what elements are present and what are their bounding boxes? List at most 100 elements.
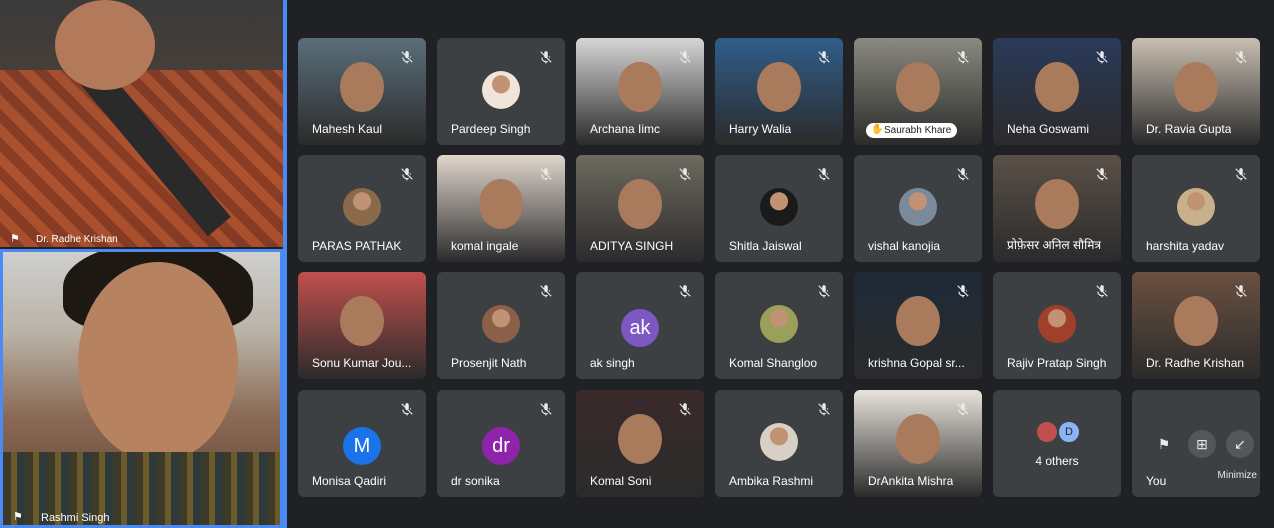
participant-tile[interactable]: Harry Walia (715, 38, 843, 145)
others-label: 4 others (1035, 454, 1079, 468)
participant-tile[interactable]: krishna Gopal sr... (854, 272, 982, 379)
participant-tile[interactable]: vishal kanojia (854, 155, 982, 262)
avatar: ak (621, 309, 659, 347)
meeting-grid-view: ⚑ Dr. Radhe Krishan ⚑ Rashmi Singh Mahes… (0, 0, 1274, 528)
participant-name: Dr. Radhe Krishan (1146, 356, 1245, 370)
avatar: dr (482, 427, 520, 465)
mic-off-icon (678, 402, 692, 416)
participant-tile[interactable]: Neha Goswami (993, 38, 1121, 145)
mic-off-icon (817, 50, 831, 64)
participant-name: Rajiv Pratap Singh (1007, 356, 1107, 370)
participant-name: dr sonika (451, 474, 500, 488)
participant-tile[interactable]: PARAS PATHAK (298, 155, 426, 262)
participant-face (55, 0, 155, 90)
participant-tile[interactable]: Ambika Rashmi (715, 390, 843, 497)
tile-layout-icon[interactable]: ⊞ (1188, 430, 1216, 458)
participant-tile[interactable]: dr dr sonika (437, 390, 565, 497)
participant-face (1035, 179, 1079, 229)
participant-tile[interactable]: प्रोफ़ेसर अनिल सौमित्र (993, 155, 1121, 262)
mic-off-icon (539, 402, 553, 416)
participant-name: ADITYA SINGH (590, 239, 674, 253)
avatar (1035, 420, 1059, 444)
video-feed (0, 70, 283, 247)
participant-name: Mahesh Kaul (312, 122, 383, 136)
others-avatars: D (1035, 420, 1095, 446)
avatar: M (343, 427, 381, 465)
participant-face (1174, 296, 1218, 346)
mic-off-icon (1095, 50, 1109, 64)
participant-face (618, 62, 662, 112)
participant-face (896, 62, 940, 112)
participant-tile[interactable]: Shitla Jaiswal (715, 155, 843, 262)
participant-tile[interactable]: Pardeep Singh (437, 38, 565, 145)
participant-tile[interactable]: Mahesh Kaul (298, 38, 426, 145)
participant-name: harshita yadav (1146, 239, 1225, 253)
participant-tile[interactable]: harshita yadav (1132, 155, 1260, 262)
avatar (482, 305, 520, 343)
participant-tile[interactable]: Dr. Radhe Krishan (1132, 272, 1260, 379)
participant-face (1035, 62, 1079, 112)
others-tile[interactable]: D 4 others (993, 390, 1121, 497)
pin-icon[interactable]: ⚑ (13, 511, 25, 523)
mic-off-icon (817, 284, 831, 298)
participant-tile[interactable]: ak ak singh (576, 272, 704, 379)
participant-tile[interactable]: Komal Shangloo (715, 272, 843, 379)
avatar (899, 188, 937, 226)
mic-off-icon (678, 284, 692, 298)
participant-name: Pardeep Singh (451, 122, 531, 136)
participant-name: Dr. Ravia Gupta (1146, 122, 1232, 136)
participant-name: Neha Goswami (1007, 122, 1090, 136)
mic-off-icon (539, 167, 553, 181)
participant-face (896, 414, 940, 464)
participant-tile[interactable]: Dr. Ravia Gupta (1132, 38, 1260, 145)
self-tile[interactable]: ⚑ ⊞ ↙ You Minimize (1132, 390, 1260, 497)
participant-tile[interactable]: Prosenjit Nath (437, 272, 565, 379)
mic-off-icon (817, 402, 831, 416)
participant-tile[interactable]: ADITYA SINGH (576, 155, 704, 262)
participant-face (618, 414, 662, 464)
participant-face (1174, 62, 1218, 112)
participant-face (757, 62, 801, 112)
avatar (482, 71, 520, 109)
mic-off-icon (400, 167, 414, 181)
participant-name: Dr. Radhe Krishan (36, 234, 118, 245)
participant-face (340, 296, 384, 346)
participant-tile[interactable]: M Monisa Qadiri (298, 390, 426, 497)
mic-off-icon (1095, 284, 1109, 298)
participant-tile[interactable]: DrAnkita Mishra (854, 390, 982, 497)
participant-name: PARAS PATHAK (312, 239, 402, 253)
participant-name: Harry Walia (729, 122, 792, 136)
participant-tile[interactable]: komal ingale (437, 155, 565, 262)
mic-off-icon (817, 167, 831, 181)
participant-face (896, 296, 940, 346)
participant-name: komal ingale (451, 239, 519, 253)
participant-name: vishal kanojia (868, 239, 941, 253)
avatar (760, 305, 798, 343)
pin-icon[interactable]: ⚑ (1150, 430, 1178, 458)
avatar (1177, 188, 1215, 226)
minimize-tooltip: Minimize (1217, 470, 1257, 481)
participant-name: Shitla Jaiswal (729, 239, 802, 253)
participant-face (78, 262, 238, 462)
participant-name: Komal Shangloo (729, 356, 818, 370)
active-speaker-divider (283, 0, 287, 528)
participant-name: Monisa Qadiri (312, 474, 387, 488)
participant-tile[interactable]: Sonu Kumar Jou... (298, 272, 426, 379)
speaker-tile-1[interactable]: ⚑ Dr. Radhe Krishan (0, 0, 283, 247)
pin-icon[interactable]: ⚑ (10, 233, 22, 245)
participant-name: krishna Gopal sr... (868, 356, 965, 370)
participant-name: You (1146, 474, 1167, 488)
participant-name: DrAnkita Mishra (868, 474, 954, 488)
participant-tile[interactable]: Archana Iimc (576, 38, 704, 145)
speaker-tile-2[interactable]: ⚑ Rashmi Singh (0, 249, 283, 528)
mic-off-icon (539, 284, 553, 298)
avatar: D (1057, 420, 1081, 444)
participant-name: Prosenjit Nath (451, 356, 527, 370)
participant-tile[interactable]: ✋ Saurabh Khare (854, 38, 982, 145)
mic-off-icon (400, 50, 414, 64)
participant-tile[interactable]: Komal Soni (576, 390, 704, 497)
participant-tile[interactable]: Rajiv Pratap Singh (993, 272, 1121, 379)
avatar (343, 188, 381, 226)
avatar (760, 423, 798, 461)
minimize-icon[interactable]: ↙ (1226, 430, 1254, 458)
